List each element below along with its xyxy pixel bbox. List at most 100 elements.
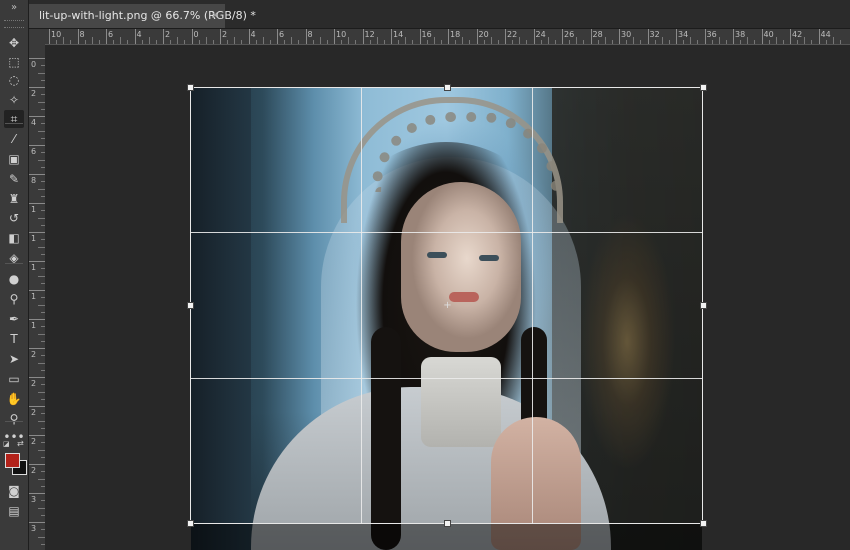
ruler-minor-tick <box>284 40 286 44</box>
vertical-ruler[interactable]: 0 2 4 6 8 1 1 1 1 1 2 2 2 2 2 3 3 <box>29 44 46 550</box>
ruler-minor-tick <box>405 37 407 44</box>
ruler-tick <box>106 29 107 44</box>
ruler-minor-tick <box>177 37 179 44</box>
ruler-tick <box>761 29 763 44</box>
history-brush-icon[interactable]: ↺ <box>4 209 24 227</box>
blur-drop-icon[interactable]: ● <box>4 270 24 288</box>
crop-grid-line-h1 <box>190 232 703 233</box>
paint-bucket-icon[interactable]: ◈ <box>4 249 24 267</box>
ruler-label: 22 <box>507 30 518 39</box>
ruler-minor-tick <box>597 40 599 44</box>
ruler-tick <box>29 348 45 349</box>
crop-handle-right[interactable] <box>700 302 707 309</box>
ruler-label: 2 <box>31 350 37 359</box>
ruler-minor-tick <box>604 37 606 44</box>
ruler-minor-tick <box>38 536 45 538</box>
swap-colors-icon[interactable]: ⇄ <box>17 440 25 448</box>
ruler-minor-tick <box>433 37 435 44</box>
crop-center-crosshair-icon: + <box>443 300 452 311</box>
arrow-icon[interactable]: ➤ <box>4 350 24 368</box>
ruler-minor-tick <box>84 40 86 44</box>
ruler-minor-tick <box>683 40 685 44</box>
ruler-label: 30 <box>621 30 632 39</box>
document-canvas[interactable]: + <box>45 45 850 550</box>
ruler-tick <box>533 29 535 44</box>
ruler-minor-tick <box>825 40 827 44</box>
close-tab-icon[interactable]: × <box>211 4 219 28</box>
document-tab[interactable]: lit-up-with-light.png @ 66.7% (RGB/8) * … <box>29 4 256 28</box>
ruler-label: 6 <box>31 147 37 156</box>
ruler-minor-tick <box>38 246 45 248</box>
frame-icon[interactable]: ▣ <box>4 150 24 168</box>
screen-mode-icon[interactable]: ▤ <box>4 502 24 520</box>
eyedropper-icon[interactable]: ⁄ <box>4 130 24 148</box>
magic-wand-icon[interactable]: ✧ <box>4 91 24 109</box>
ruler-label: 14 <box>393 30 404 39</box>
ruler-label: 16 <box>421 30 432 39</box>
ruler-tick <box>505 29 506 44</box>
ruler-minor-tick <box>38 507 45 509</box>
hand-icon[interactable]: ✋ <box>4 390 24 408</box>
crop-handle-bottom[interactable] <box>444 520 451 527</box>
ruler-minor-tick <box>540 40 542 44</box>
lasso-icon[interactable]: ◌ <box>4 71 24 89</box>
toolbar-separator <box>5 123 23 124</box>
ruler-tick <box>220 29 221 44</box>
crop-icon[interactable]: ⌗ <box>4 110 24 128</box>
crop-grid-line-v2 <box>532 87 533 524</box>
ruler-tick <box>362 29 364 44</box>
default-colors-icon[interactable]: ◪ <box>3 440 11 448</box>
ruler-minor-tick <box>312 40 314 44</box>
ruler-minor-tick <box>38 478 45 480</box>
ruler-minor-tick <box>70 40 72 44</box>
crop-outside-shade <box>191 524 702 550</box>
ruler-minor-tick <box>98 40 100 44</box>
move-icon[interactable]: ✥ <box>4 34 24 52</box>
type-icon[interactable]: T <box>4 330 24 348</box>
zoom-icon[interactable]: ⚲ <box>4 410 24 428</box>
ruler-label: 34 <box>678 30 689 39</box>
rectangle-icon[interactable]: ▭ <box>4 370 24 388</box>
ruler-label: 26 <box>564 30 575 39</box>
ruler-origin[interactable] <box>29 29 46 45</box>
quick-mask-icon[interactable]: ◙ <box>4 482 24 500</box>
ruler-minor-tick <box>462 37 464 44</box>
ruler-minor-tick <box>554 40 556 44</box>
crop-handle-top-right[interactable] <box>700 84 707 91</box>
ruler-tick <box>134 29 136 44</box>
dodge-icon[interactable]: ⚲ <box>4 290 24 308</box>
ruler-tick <box>647 29 649 44</box>
ruler-minor-tick <box>127 40 129 44</box>
ruler-minor-tick <box>326 40 328 44</box>
ruler-minor-tick <box>490 37 492 44</box>
eraser-icon[interactable]: ◧ <box>4 229 24 247</box>
ruler-tick <box>29 319 45 320</box>
color-swatches: ◪ ⇄ <box>3 440 27 478</box>
ruler-tick <box>248 29 250 44</box>
ruler-minor-tick <box>38 188 45 190</box>
crop-handle-left[interactable] <box>187 302 194 309</box>
ruler-tick <box>619 29 620 44</box>
crop-handle-top[interactable] <box>444 84 451 91</box>
panel-grip[interactable] <box>4 20 24 28</box>
ruler-label: 44 <box>820 30 831 39</box>
pen-icon[interactable]: ✒ <box>4 310 24 328</box>
ruler-minor-tick <box>38 130 45 132</box>
collapse-panel-icon[interactable]: » <box>0 0 28 16</box>
ruler-minor-tick <box>234 37 236 44</box>
ruler-minor-tick <box>768 40 770 44</box>
horizontal-ruler[interactable]: 10 8 6 4 2 0 2 4 6 8 10 12 14 16 18 20 22 24 26 28 30 32 34 36 3… <box>45 29 850 45</box>
crop-handle-bottom-right[interactable] <box>700 520 707 527</box>
crop-handle-top-left[interactable] <box>187 84 194 91</box>
ruler-minor-tick <box>298 40 300 44</box>
foreground-color-swatch[interactable] <box>5 453 20 468</box>
brush-icon[interactable]: ✎ <box>4 170 24 188</box>
ruler-minor-tick <box>38 391 45 393</box>
ruler-minor-tick <box>754 40 756 44</box>
rect-marquee-icon[interactable]: ⬚ <box>4 53 24 71</box>
stamp-icon[interactable]: ♜ <box>4 190 24 208</box>
ruler-label: 8 <box>79 30 85 39</box>
ruler-minor-tick <box>697 40 699 44</box>
crop-handle-bottom-left[interactable] <box>187 520 194 527</box>
ruler-tick <box>29 290 45 291</box>
